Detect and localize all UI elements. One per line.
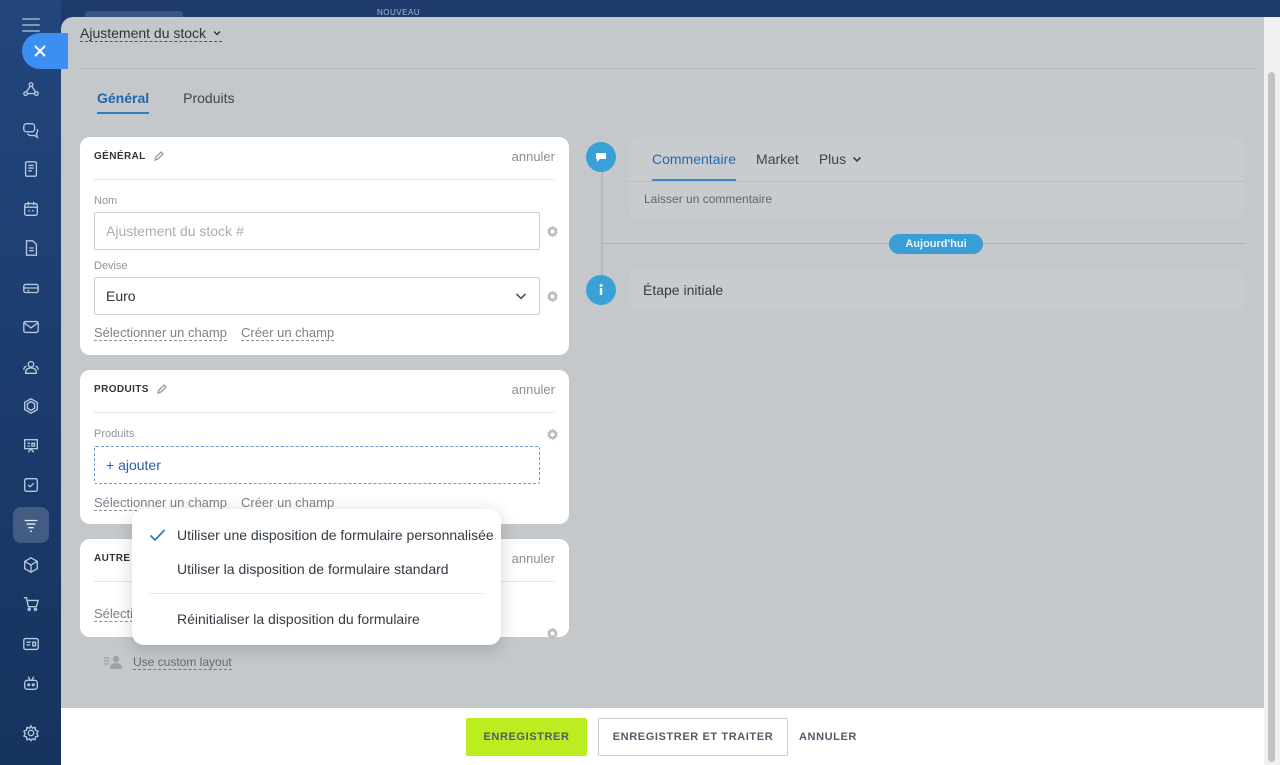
menu-item-standard-layout[interactable]: Utiliser la disposition de formulaire st…: [177, 561, 449, 577]
general-section-title: GÉNÉRAL: [94, 151, 146, 162]
products-section-title: PRODUITS: [94, 384, 149, 395]
general-cancel-link[interactable]: annuler: [512, 149, 555, 179]
currency-select[interactable]: Euro: [94, 277, 540, 315]
currency-field-label: Devise: [94, 260, 128, 272]
crm-icon[interactable]: [13, 72, 49, 108]
timeline-tabs: Commentaire Market Plus: [652, 137, 862, 181]
chevron-down-icon: [515, 293, 527, 300]
chevron-down-icon: [852, 156, 862, 163]
task-icon[interactable]: [13, 467, 49, 503]
close-slider-button[interactable]: [22, 33, 68, 69]
header-divider: [80, 68, 1256, 69]
info-icon: [586, 275, 616, 305]
checkmark-icon: [149, 529, 166, 542]
tab-market[interactable]: Market: [756, 151, 799, 167]
contacts-icon[interactable]: [13, 349, 49, 385]
background-strip: [61, 0, 1280, 17]
presentation-icon[interactable]: [13, 428, 49, 464]
add-product-button[interactable]: + ajouter: [94, 446, 540, 484]
cart-icon[interactable]: [13, 586, 49, 622]
comment-timeline-icon: [586, 142, 616, 172]
comment-divider: [629, 181, 1244, 182]
products-section-card: PRODUITS annuler Produits + ajouter Séle…: [80, 370, 569, 524]
left-sidebar: [0, 0, 61, 765]
name-input[interactable]: Ajustement du stock #: [94, 212, 540, 250]
chat-icon[interactable]: [13, 112, 49, 148]
tab-more[interactable]: Plus: [819, 151, 862, 167]
other-field-links: Sélecti: [94, 606, 134, 622]
mail-icon[interactable]: [13, 309, 49, 345]
close-icon: [34, 45, 46, 57]
stock-adjustment-panel: Ajustement du stock Général Produits GÉN…: [61, 17, 1264, 765]
tab-products[interactable]: Produits: [183, 90, 234, 114]
name-field-settings-icon[interactable]: [546, 225, 559, 238]
other-section-title: AUTRE: [94, 553, 131, 564]
tab-general[interactable]: Général: [97, 90, 150, 114]
select-field-link[interactable]: Sélectionner un champ: [94, 325, 227, 341]
tab-more-label: Plus: [818, 151, 847, 167]
comment-editor: Commentaire Market Plus Laisser un comme…: [629, 137, 1244, 219]
general-section-card: GÉNÉRAL annuler Nom Ajustement du stock …: [80, 137, 569, 355]
feed-icon[interactable]: [13, 151, 49, 187]
chevron-down-icon: [213, 31, 221, 36]
currency-field-settings-icon[interactable]: [546, 290, 559, 303]
menu-item-reset-layout[interactable]: Réinitialiser la disposition du formulai…: [177, 611, 420, 627]
main-tabs: Général Produits: [97, 90, 235, 114]
save-and-process-button[interactable]: ENREGISTRER ET TRAITER: [598, 718, 788, 756]
other-field-settings-icon[interactable]: [546, 627, 559, 640]
products-cancel-link[interactable]: annuler: [512, 382, 555, 412]
currency-select-value: Euro: [106, 288, 136, 304]
document-icon[interactable]: [13, 230, 49, 266]
products-field-settings-icon[interactable]: [546, 428, 559, 441]
user-layout-icon: [104, 655, 122, 669]
other-cancel-link[interactable]: annuler: [512, 551, 555, 581]
hexagon-icon[interactable]: [13, 388, 49, 424]
idcard-icon[interactable]: [13, 626, 49, 662]
custom-layout-label: Use custom layout: [133, 654, 232, 670]
products-field-label: Produits: [94, 428, 135, 440]
document-title-text: Ajustement du stock: [80, 25, 207, 41]
name-field-label: Nom: [94, 195, 118, 207]
general-section-header: GÉNÉRAL annuler: [94, 149, 555, 180]
select-field-link[interactable]: Sélecti: [94, 606, 134, 622]
save-button[interactable]: ENREGISTRER: [466, 718, 587, 756]
form-layout-menu: Utiliser une disposition de formulaire p…: [132, 509, 501, 645]
today-badge: Aujourd'hui: [889, 234, 983, 254]
create-field-link[interactable]: Créer un champ: [240, 325, 335, 341]
calendar-icon[interactable]: [13, 191, 49, 227]
custom-layout-link[interactable]: Use custom layout: [104, 654, 232, 670]
settings-icon[interactable]: [13, 715, 49, 751]
initial-step-item: Étape initiale: [629, 269, 1244, 310]
document-title[interactable]: Ajustement du stock: [80, 25, 223, 42]
products-section-header: PRODUITS annuler: [94, 382, 555, 413]
package-icon[interactable]: [13, 547, 49, 583]
general-field-links: Sélectionner un champ Créer un champ: [94, 325, 335, 341]
edit-pencil-icon[interactable]: [153, 151, 164, 161]
edit-pencil-icon[interactable]: [156, 384, 167, 394]
funnel-icon[interactable]: [13, 507, 49, 543]
menu-item-custom-layout[interactable]: Utiliser une disposition de formulaire p…: [177, 527, 494, 543]
menu-divider: [149, 593, 484, 594]
footer-button-bar: ENREGISTRER ENREGISTRER ET TRAITER ANNUL…: [61, 708, 1264, 765]
scrollbar-thumb[interactable]: [1268, 72, 1275, 762]
cancel-button[interactable]: ANNULER: [798, 718, 858, 756]
comment-input[interactable]: Laisser un commentaire: [644, 192, 772, 206]
nouveau-label: NOUVEAU: [377, 8, 421, 17]
scrollbar[interactable]: [1264, 17, 1280, 765]
menu-icon[interactable]: [22, 18, 40, 34]
tab-comment[interactable]: Commentaire: [652, 137, 737, 181]
robot-icon[interactable]: [13, 665, 49, 701]
inventory-icon[interactable]: [13, 270, 49, 306]
